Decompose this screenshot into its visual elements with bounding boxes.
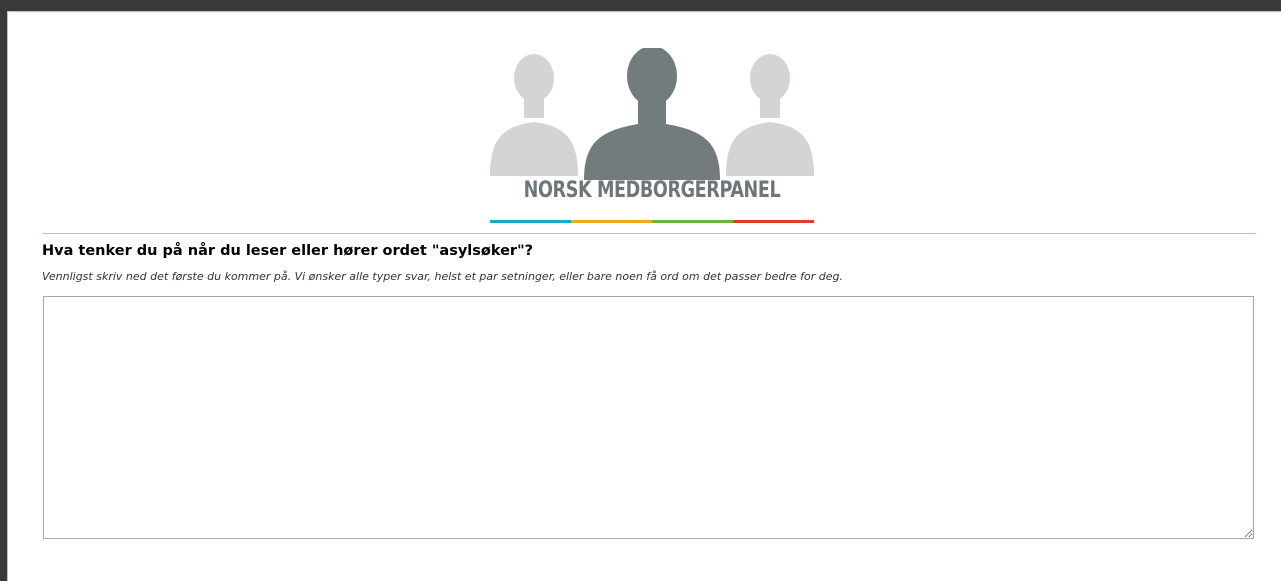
question-help-text: Vennligst skriv ned det første du kommer… xyxy=(42,270,843,283)
header-divider xyxy=(42,233,1256,234)
survey-frame: NORSK MEDBORGERPANEL Hva tenker du på nå… xyxy=(7,11,1281,581)
norsk-medborgerpanel-logo: NORSK MEDBORGERPANEL xyxy=(482,48,822,223)
left-person-figure xyxy=(490,54,578,176)
question-title: Hva tenker du på når du leser eller høre… xyxy=(42,243,534,259)
logo-text: NORSK MEDBORGERPANEL xyxy=(523,178,781,203)
logo-color-stripe xyxy=(490,220,814,223)
center-person-figure xyxy=(584,48,720,180)
answer-textarea[interactable] xyxy=(43,296,1254,539)
right-person-figure xyxy=(726,54,814,176)
